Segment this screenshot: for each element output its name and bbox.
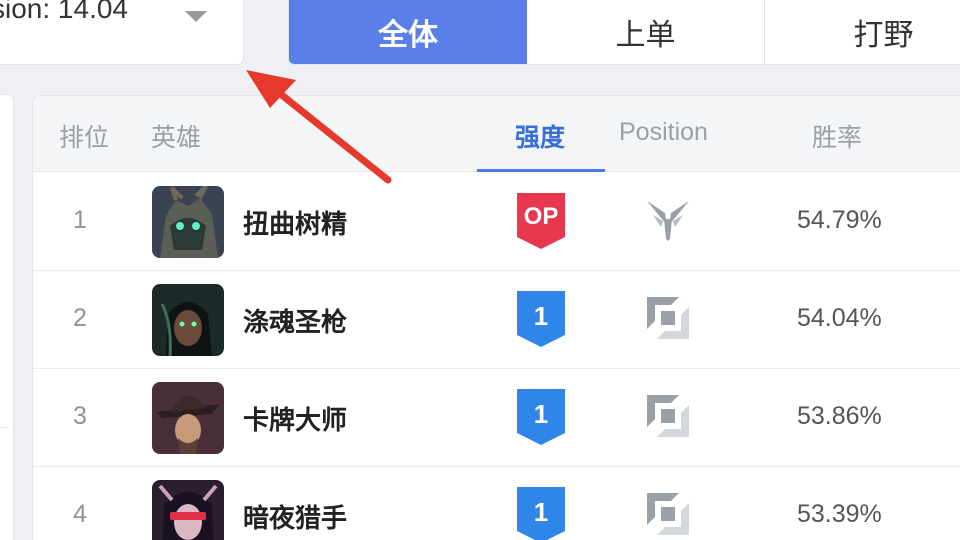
header-position[interactable]: Position bbox=[619, 118, 708, 147]
table-row[interactable]: 3 卡牌大师 1 53.86% bbox=[33, 369, 960, 467]
table-row[interactable]: 4 暗夜猎手 1 53.39% bbox=[33, 467, 960, 540]
tab-top[interactable]: 上单 bbox=[527, 0, 765, 64]
header-rank[interactable]: 排位 bbox=[59, 118, 109, 154]
win-rate: 53.86% bbox=[797, 402, 882, 430]
tier-label: 1 bbox=[533, 399, 549, 429]
rank-number: 3 bbox=[73, 402, 87, 430]
twisted-fate-portrait-icon[interactable] bbox=[152, 382, 224, 454]
hero-name[interactable]: 卡牌大师 bbox=[243, 400, 347, 437]
hero-name[interactable]: 扭曲树精 bbox=[243, 204, 347, 241]
hero-name[interactable]: 暗夜猎手 bbox=[243, 498, 347, 535]
version-label: sion: 14.04 bbox=[0, 0, 128, 24]
vayne-portrait-icon[interactable] bbox=[152, 480, 224, 540]
table-row[interactable]: 2 涤魂圣枪 1 54.04% bbox=[33, 271, 960, 369]
top-lane-icon bbox=[643, 489, 693, 539]
hero-tier-table: 排位 英雄 强度 Position 胜率 1 扭曲树精 OP 54.79% 2 … bbox=[32, 95, 960, 540]
table-header: 排位 英雄 强度 Position 胜率 bbox=[33, 96, 960, 172]
win-rate: 53.39% bbox=[797, 500, 882, 528]
senna-portrait-icon[interactable] bbox=[152, 284, 224, 356]
rank-number: 2 bbox=[73, 304, 87, 332]
tier-1-badge: 1 bbox=[517, 487, 565, 540]
header-hero: 英雄 bbox=[151, 124, 202, 152]
tier-label: 1 bbox=[533, 497, 549, 527]
rank-number: 1 bbox=[73, 206, 87, 234]
table-row[interactable]: 1 扭曲树精 OP 54.79% bbox=[33, 173, 960, 271]
divider bbox=[0, 427, 9, 428]
tab-jungle[interactable]: 打野 bbox=[765, 0, 960, 64]
active-sort-indicator bbox=[477, 169, 605, 172]
rank-number: 4 bbox=[73, 500, 87, 528]
header-winrate[interactable]: 胜率 bbox=[812, 118, 862, 154]
top-lane-icon bbox=[643, 391, 693, 441]
chevron-down-icon[interactable] bbox=[185, 11, 207, 22]
header-tier[interactable]: 强度 bbox=[515, 118, 565, 154]
maokai-portrait-icon[interactable] bbox=[152, 186, 224, 258]
tier-1-badge: 1 bbox=[517, 291, 565, 347]
tier-label: OP bbox=[523, 203, 559, 230]
tier-1-badge: 1 bbox=[517, 389, 565, 445]
win-rate: 54.04% bbox=[797, 304, 882, 332]
side-panel bbox=[0, 94, 14, 540]
top-lane-icon bbox=[643, 293, 693, 343]
lane-tabs: 全体 上单 打野 bbox=[288, 0, 960, 65]
tab-all[interactable]: 全体 bbox=[289, 0, 527, 64]
version-select[interactable]: sion: 14.04 bbox=[0, 0, 244, 65]
tier-label: 1 bbox=[533, 301, 549, 331]
win-rate: 54.79% bbox=[797, 206, 882, 234]
jungle-icon bbox=[643, 195, 693, 245]
tier-op-badge: OP bbox=[517, 193, 565, 249]
hero-name[interactable]: 涤魂圣枪 bbox=[243, 302, 347, 339]
